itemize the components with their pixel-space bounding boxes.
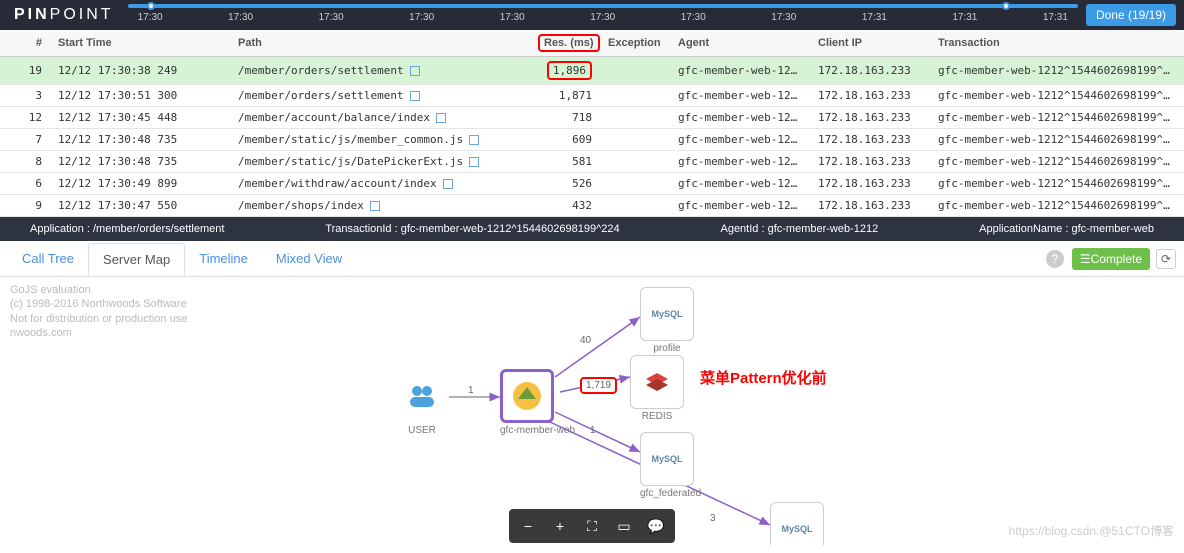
node-gfc-member-web[interactable]: gfc-member-web xyxy=(500,369,575,436)
table-row[interactable]: 812/12 17:30:48 735/member/static/js/Dat… xyxy=(0,151,1184,173)
edge-main-redis: 1,719 xyxy=(580,377,617,394)
col-start-time[interactable]: Start Time xyxy=(50,30,230,57)
tab-server-map[interactable]: Server Map xyxy=(88,243,185,276)
zoom-out-icon[interactable]: − xyxy=(513,513,543,539)
app-header: PINPOINT 17:3017:3017:3017:3017:3017:301… xyxy=(0,0,1184,30)
page-icon[interactable] xyxy=(370,201,380,211)
page-icon[interactable] xyxy=(436,113,446,123)
node-mysql-member[interactable]: MySQL gfc_member xyxy=(770,502,826,545)
page-icon[interactable] xyxy=(410,66,420,76)
table-row[interactable]: 912/12 17:30:47 550/member/shops/index43… xyxy=(0,195,1184,217)
table-row[interactable]: 712/12 17:30:48 735/member/static/js/mem… xyxy=(0,129,1184,151)
complete-button[interactable]: Complete xyxy=(1072,248,1150,270)
tab-mixed-view[interactable]: Mixed View xyxy=(262,243,356,274)
col-num[interactable]: # xyxy=(0,30,50,57)
logo: PINPOINT xyxy=(0,6,128,24)
page-watermark: https://blog.csdn.@51CTO博客 xyxy=(1009,522,1174,539)
transactions-table-body[interactable]: 1912/12 17:30:38 249/member/orders/settl… xyxy=(0,57,1184,217)
info-transaction-id: TransactionId : gfc-member-web-1212^1544… xyxy=(325,223,619,235)
screenshot-icon[interactable]: ▭ xyxy=(609,513,639,539)
col-path[interactable]: Path xyxy=(230,30,530,57)
comment-icon[interactable]: 💬 xyxy=(641,513,671,539)
help-icon[interactable]: ? xyxy=(1046,250,1064,268)
page-icon[interactable] xyxy=(410,91,420,101)
page-icon[interactable] xyxy=(469,157,479,167)
tab-timeline[interactable]: Timeline xyxy=(185,243,262,274)
col-exception[interactable]: Exception xyxy=(600,30,670,57)
edge-main-member: 3 xyxy=(710,513,716,524)
done-button[interactable]: Done (19/19) xyxy=(1086,4,1176,26)
edge-main-federated: 1 xyxy=(590,425,596,436)
page-icon[interactable] xyxy=(443,179,453,189)
edge-main-profile: 40 xyxy=(580,335,591,346)
tab-call-tree[interactable]: Call Tree xyxy=(8,243,88,274)
col-transaction[interactable]: Transaction xyxy=(930,30,1184,57)
table-row[interactable]: 312/12 17:30:51 300/member/orders/settle… xyxy=(0,85,1184,107)
fullscreen-icon[interactable]: ⛶ xyxy=(577,513,607,539)
page-icon[interactable] xyxy=(469,135,479,145)
node-redis[interactable]: REDIS xyxy=(630,355,684,422)
annotation-text: 菜单Pattern优化前 xyxy=(700,367,830,388)
table-row[interactable]: 1212/12 17:30:45 448/member/account/bala… xyxy=(0,107,1184,129)
table-row[interactable]: 1912/12 17:30:38 249/member/orders/settl… xyxy=(0,57,1184,85)
zoom-in-icon[interactable]: + xyxy=(545,513,575,539)
map-toolbar: − + ⛶ ▭ 💬 xyxy=(509,509,675,543)
info-application: Application : /member/orders/settlement xyxy=(30,223,224,235)
popout-icon[interactable]: ⟳ xyxy=(1156,249,1176,269)
info-agent-id: AgentId : gfc-member-web-1212 xyxy=(720,223,878,235)
col-client-ip[interactable]: Client IP xyxy=(810,30,930,57)
node-mysql-federated[interactable]: MySQL gfc_federated xyxy=(640,432,701,499)
transactions-table-header: # Start Time Path Res. (ms) Exception Ag… xyxy=(0,30,1184,57)
node-mysql-profile[interactable]: MySQL profile xyxy=(640,287,694,354)
info-application-name: ApplicationName : gfc-member-web xyxy=(979,223,1154,235)
node-user[interactable]: USER xyxy=(395,369,449,436)
edge-user-main: 1 xyxy=(468,385,474,396)
timeline[interactable]: 17:3017:3017:3017:3017:3017:3017:3017:30… xyxy=(128,0,1078,30)
gojs-watermark: GoJS evaluation (c) 1998-2016 Northwoods… xyxy=(10,283,187,340)
server-map[interactable]: GoJS evaluation (c) 1998-2016 Northwoods… xyxy=(0,277,1184,545)
col-agent[interactable]: Agent xyxy=(670,30,810,57)
table-row[interactable]: 612/12 17:30:49 899/member/withdraw/acco… xyxy=(0,173,1184,195)
col-response-ms[interactable]: Res. (ms) xyxy=(530,30,600,57)
detail-infobar: Application : /member/orders/settlement … xyxy=(0,217,1184,241)
detail-tabs: Call Tree Server Map Timeline Mixed View… xyxy=(0,241,1184,277)
